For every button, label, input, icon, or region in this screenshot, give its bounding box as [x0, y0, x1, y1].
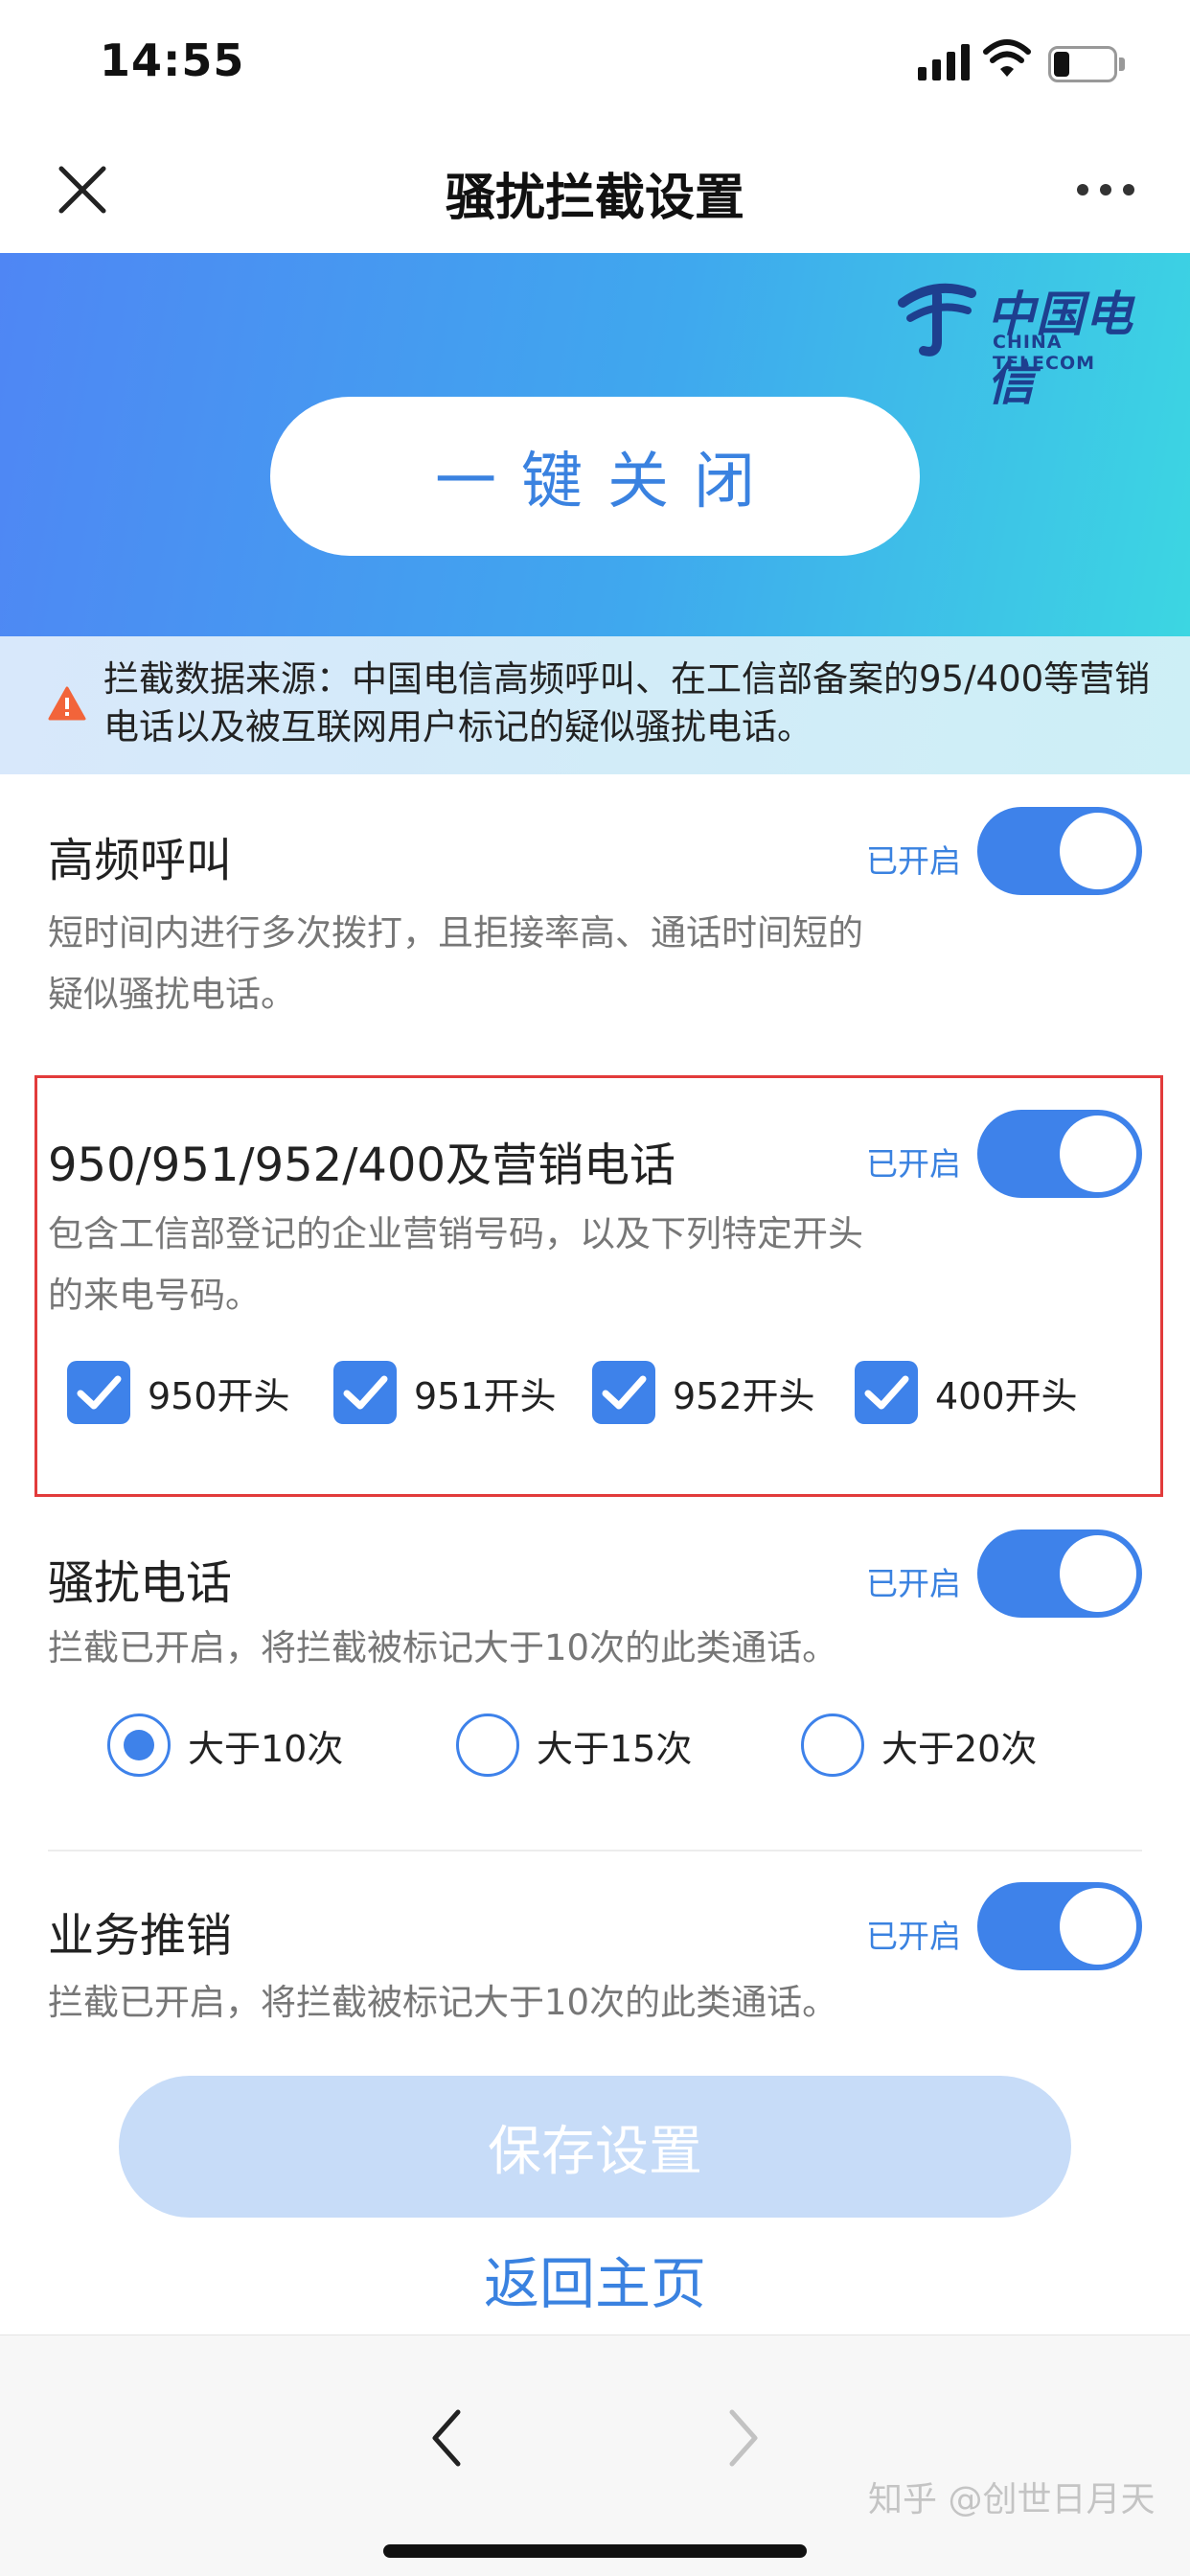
checkbox-951[interactable]: 951开头 — [333, 1359, 557, 1426]
business-promotion-toggle[interactable] — [977, 1882, 1142, 1970]
section-title: 骚扰电话 — [48, 1556, 233, 1610]
checkbox-checked-icon — [855, 1361, 918, 1424]
section-description: 拦截已开启，将拦截被标记大于10次的此类通话。 — [48, 1982, 838, 2023]
section-description: 包含工信部登记的企业营销号码，以及下列特定开头的来电号码。 — [48, 1213, 863, 1316]
radio-label: 大于20次 — [881, 1727, 1038, 1770]
radio-unselected-icon — [801, 1714, 864, 1777]
browser-bottom-bar: 知乎 @创世日月天 — [0, 2334, 1190, 2576]
radio-greater-than-15[interactable]: 大于15次 — [456, 1712, 692, 1779]
battery-icon — [1048, 46, 1125, 82]
radio-greater-than-20[interactable]: 大于20次 — [801, 1712, 1037, 1779]
chevron-right-icon[interactable] — [724, 2404, 763, 2472]
save-settings-button[interactable]: 保存设置 — [119, 2076, 1071, 2218]
checkbox-label: 951开头 — [414, 1374, 557, 1417]
section-title: 业务推销 — [48, 1909, 233, 1963]
status-time: 14:55 — [100, 34, 245, 86]
status-label: 已开启 — [866, 1565, 961, 1602]
chevron-left-icon[interactable] — [427, 2404, 466, 2472]
logo-text-en: CHINA TELECOM — [993, 332, 1096, 374]
divider — [48, 1850, 1142, 1852]
status-label: 已开启 — [866, 842, 961, 880]
checkbox-label: 952开头 — [673, 1374, 815, 1417]
section-description: 拦截已开启，将拦截被标记大于10次的此类通话。 — [48, 1627, 838, 1668]
section-description: 短时间内进行多次拨打，且拒接率高、通话时间短的疑似骚扰电话。 — [48, 912, 863, 1015]
cellular-signal-icon — [918, 42, 970, 80]
one-key-close-button[interactable]: 一键关闭 — [270, 397, 920, 556]
radio-label: 大于15次 — [537, 1727, 693, 1770]
notice-text: 拦截数据来源：中国电信高频呼叫、在工信部备案的95/400等营销电话以及被互联网… — [103, 658, 1151, 748]
marketing-calls-toggle[interactable] — [977, 1110, 1142, 1198]
harassment-calls-toggle[interactable] — [977, 1530, 1142, 1618]
banner: 中国电信 CHINA TELECOM 一键关闭 — [0, 253, 1190, 636]
return-home-link[interactable]: 返回主页 — [0, 2239, 1190, 2319]
china-telecom-logo: 中国电信 CHINA TELECOM — [897, 274, 1165, 411]
checkbox-label: 950开头 — [148, 1374, 290, 1417]
radio-label: 大于10次 — [188, 1727, 344, 1770]
home-indicator — [383, 2544, 807, 2558]
warning-icon — [48, 686, 86, 721]
page-title: 骚扰拦截设置 — [445, 170, 744, 227]
checkbox-950[interactable]: 950开头 — [67, 1359, 290, 1426]
more-options-icon[interactable] — [1077, 184, 1134, 197]
checkbox-checked-icon — [333, 1361, 397, 1424]
status-label: 已开启 — [866, 1918, 961, 1955]
section-title: 高频呼叫 — [48, 834, 233, 887]
watermark-text: 知乎 @创世日月天 — [868, 2480, 1156, 2519]
radio-unselected-icon — [456, 1714, 519, 1777]
checkbox-checked-icon — [592, 1361, 655, 1424]
status-bar: 14:55 — [0, 0, 1190, 126]
radio-selected-icon — [107, 1714, 171, 1777]
wifi-icon — [983, 39, 1031, 77]
checkbox-checked-icon — [67, 1361, 130, 1424]
checkbox-400[interactable]: 400开头 — [855, 1359, 1078, 1426]
title-bar: 骚扰拦截设置 — [0, 126, 1190, 253]
checkbox-952[interactable]: 952开头 — [592, 1359, 815, 1426]
radio-greater-than-10[interactable]: 大于10次 — [107, 1712, 343, 1779]
status-label: 已开启 — [866, 1145, 961, 1183]
high-frequency-toggle[interactable] — [977, 807, 1142, 895]
notice-bar: 拦截数据来源：中国电信高频呼叫、在工信部备案的95/400等营销电话以及被互联网… — [0, 636, 1190, 774]
section-title: 950/951/952/400及营销电话 — [48, 1138, 675, 1192]
telecom-logo-icon — [898, 283, 976, 356]
checkbox-label: 400开头 — [935, 1374, 1078, 1417]
